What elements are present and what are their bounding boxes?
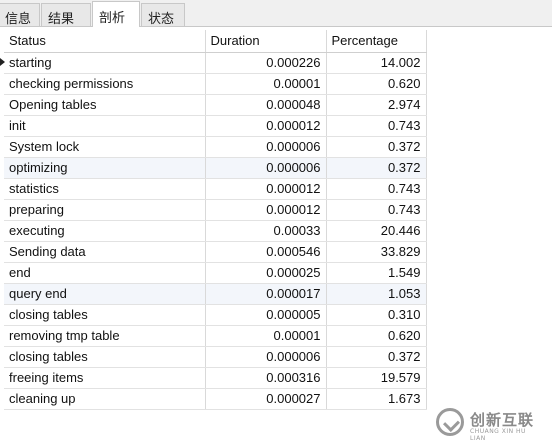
table-row[interactable]: init 0.000012 0.743 [4, 115, 427, 137]
cell-duration[interactable]: 0.000025 [205, 262, 327, 284]
tab-status[interactable]: 状态 [141, 3, 185, 26]
cell-status[interactable]: end [4, 262, 206, 284]
cell-status[interactable]: query end [4, 283, 206, 305]
cell-duration[interactable]: 0.00001 [205, 325, 327, 347]
brand-watermark: 创新互联 CHUANG XIN HU LIAN [436, 406, 544, 442]
cell-status[interactable]: init [4, 115, 206, 137]
column-header-status[interactable]: Status [4, 30, 206, 53]
cell-status[interactable]: preparing [4, 199, 206, 221]
cell-status[interactable]: removing tmp table [4, 325, 206, 347]
table-row[interactable]: freeing items 0.000316 19.579 [4, 367, 427, 389]
cell-duration[interactable]: 0.000226 [205, 52, 327, 74]
table-row[interactable]: optimizing 0.000006 0.372 [4, 157, 427, 179]
cell-percentage[interactable]: 0.743 [326, 115, 427, 137]
tab-info[interactable]: 信息 [0, 3, 40, 26]
table-row[interactable]: removing tmp table 0.00001 0.620 [4, 325, 427, 347]
cell-duration[interactable]: 0.000012 [205, 115, 327, 137]
table-row[interactable]: System lock 0.000006 0.372 [4, 136, 427, 158]
table-row[interactable]: starting 0.000226 14.002 [4, 52, 427, 74]
cell-percentage[interactable]: 1.053 [326, 283, 427, 305]
profile-grid-area: Status Duration Percentage starting 0.000… [0, 27, 552, 444]
cell-percentage[interactable]: 2.974 [326, 94, 427, 116]
table-row[interactable]: Sending data 0.000546 33.829 [4, 241, 427, 263]
cell-status[interactable]: starting [4, 52, 206, 74]
cell-status[interactable]: Opening tables [4, 94, 206, 116]
cell-percentage[interactable]: 0.743 [326, 199, 427, 221]
table-row[interactable]: executing 0.00033 20.446 [4, 220, 427, 242]
cell-percentage[interactable]: 0.372 [326, 346, 427, 368]
brand-logo-icon [436, 408, 464, 436]
cell-percentage[interactable]: 0.372 [326, 157, 427, 179]
table-row[interactable]: query end 0.000017 1.053 [4, 283, 427, 305]
cell-duration[interactable]: 0.000005 [205, 304, 327, 326]
table-row[interactable]: checking permissions 0.00001 0.620 [4, 73, 427, 95]
cell-status[interactable]: statistics [4, 178, 206, 200]
cell-percentage[interactable]: 14.002 [326, 52, 427, 74]
cell-percentage[interactable]: 0.743 [326, 178, 427, 200]
column-header-percentage[interactable]: Percentage [326, 30, 427, 53]
cell-duration[interactable]: 0.000006 [205, 136, 327, 158]
cell-percentage[interactable]: 1.549 [326, 262, 427, 284]
cell-duration[interactable]: 0.000027 [205, 388, 327, 410]
table-row[interactable]: Opening tables 0.000048 2.974 [4, 94, 427, 116]
cell-percentage[interactable]: 0.620 [326, 325, 427, 347]
cell-duration[interactable]: 0.00033 [205, 220, 327, 242]
cell-percentage[interactable]: 0.620 [326, 73, 427, 95]
cell-status[interactable]: checking permissions [4, 73, 206, 95]
cell-duration[interactable]: 0.000006 [205, 157, 327, 179]
table-row[interactable]: closing tables 0.000006 0.372 [4, 346, 427, 368]
cell-duration[interactable]: 0.000017 [205, 283, 327, 305]
tab-profile[interactable]: 剖析 [92, 1, 140, 27]
table-header-row: Status Duration Percentage [4, 30, 427, 53]
table-row[interactable]: preparing 0.000012 0.743 [4, 199, 427, 221]
cell-duration[interactable]: 0.000012 [205, 199, 327, 221]
brand-subtitle: CHUANG XIN HU LIAN [470, 428, 526, 442]
cell-status[interactable]: freeing items [4, 367, 206, 389]
brand-name: 创新互联 [470, 412, 535, 429]
cell-status[interactable]: cleaning up [4, 388, 206, 410]
cell-status[interactable]: closing tables [4, 346, 206, 368]
cell-status[interactable]: Sending data [4, 241, 206, 263]
cell-percentage[interactable]: 0.372 [326, 136, 427, 158]
cell-percentage[interactable]: 1.673 [326, 388, 427, 410]
table-row[interactable]: statistics 0.000012 0.743 [4, 178, 427, 200]
cell-duration[interactable]: 0.000316 [205, 367, 327, 389]
cell-status[interactable]: executing [4, 220, 206, 242]
column-header-duration[interactable]: Duration [205, 30, 327, 53]
cell-percentage[interactable]: 33.829 [326, 241, 427, 263]
cell-duration[interactable]: 0.00001 [205, 73, 327, 95]
cell-percentage[interactable]: 20.446 [326, 220, 427, 242]
table-row[interactable]: end 0.000025 1.549 [4, 262, 427, 284]
cell-status[interactable]: optimizing [4, 157, 206, 179]
cell-duration[interactable]: 0.000546 [205, 241, 327, 263]
cell-duration[interactable]: 0.000012 [205, 178, 327, 200]
table-row[interactable]: cleaning up 0.000027 1.673 [4, 388, 427, 410]
cell-percentage[interactable]: 19.579 [326, 367, 427, 389]
profile-table[interactable]: Status Duration Percentage starting 0.000… [4, 30, 427, 410]
cell-duration[interactable]: 0.000048 [205, 94, 327, 116]
tab-result-1[interactable]: 结果 1 [41, 3, 91, 42]
result-tab-bar: 信息 结果 1 剖析 状态 [0, 0, 552, 42]
cell-duration[interactable]: 0.000006 [205, 346, 327, 368]
cell-percentage[interactable]: 0.310 [326, 304, 427, 326]
table-row[interactable]: closing tables 0.000005 0.310 [4, 304, 427, 326]
cell-status[interactable]: closing tables [4, 304, 206, 326]
cell-status[interactable]: System lock [4, 136, 206, 158]
